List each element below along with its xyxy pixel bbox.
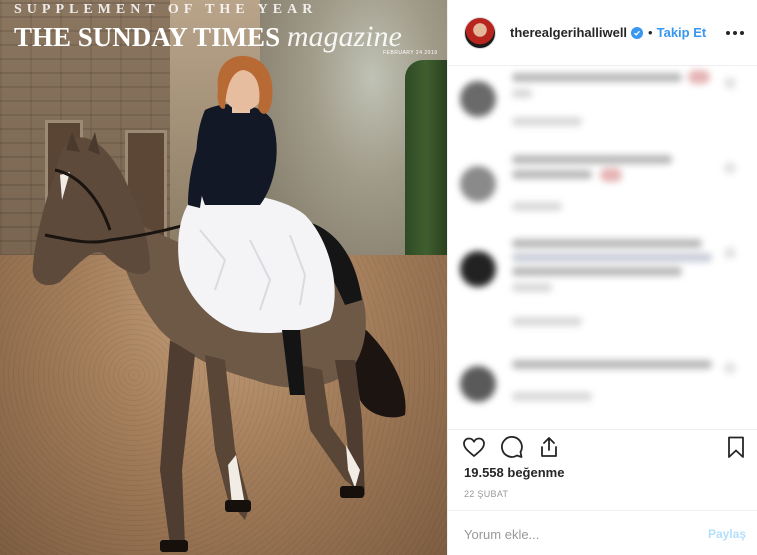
post-comment-button[interactable]: Paylaş [708, 527, 746, 541]
likes-count[interactable]: 19.558 beğenme [464, 465, 564, 480]
post-image[interactable]: SUPPLEMENT OF THE YEAR THE SUNDAY TIMES … [0, 0, 447, 555]
heart-icon[interactable] [462, 435, 486, 459]
share-icon[interactable] [537, 435, 561, 459]
post-header: therealgerihalliwell • Takip Et [448, 0, 757, 66]
username-link[interactable]: therealgerihalliwell [510, 25, 627, 40]
magazine-title: THE SUNDAY TIMES magazine [14, 20, 402, 54]
comment-icon[interactable] [500, 435, 524, 459]
magazine-date: FEBRUARY 24 2019 [383, 50, 438, 56]
post-date[interactable]: 22 ŞUBAT [464, 489, 508, 499]
separator-dot: • [648, 25, 653, 40]
horse-and-rider-illustration [32, 55, 406, 552]
magazine-kicker: SUPPLEMENT OF THE YEAR [14, 2, 318, 17]
post-actions: 19.558 beğenme 22 ŞUBAT [448, 429, 757, 519]
post-side-panel: therealgerihalliwell • Takip Et 19.558 b… [447, 0, 757, 555]
more-options-icon[interactable] [726, 24, 744, 42]
add-comment-bar: Paylaş [448, 510, 757, 555]
verified-badge-icon [631, 26, 644, 39]
magazine-title-text: THE SUNDAY TIMES [14, 22, 281, 52]
bookmark-icon[interactable] [724, 435, 748, 459]
magazine-script-text: magazine [286, 20, 402, 53]
follow-button[interactable]: Takip Et [657, 25, 707, 40]
comment-input[interactable] [464, 524, 694, 544]
comments-list-blurred [448, 67, 757, 429]
avatar[interactable] [464, 16, 496, 49]
